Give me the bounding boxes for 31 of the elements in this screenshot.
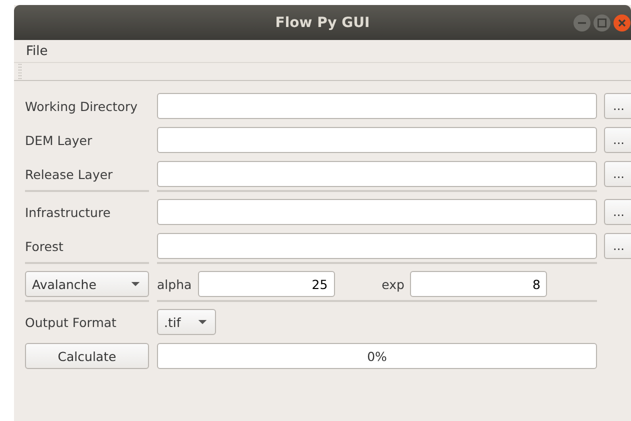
input-field[interactable] <box>157 93 597 119</box>
caret-icon <box>198 320 207 324</box>
maximize-icon[interactable] <box>593 14 611 32</box>
input-field[interactable] <box>157 233 597 259</box>
browse-button[interactable]: ... <box>604 93 631 119</box>
exp-input[interactable]: 8 <box>410 271 548 297</box>
field-label: Forest <box>25 238 64 254</box>
output-format-label: Output Format <box>25 314 118 330</box>
field-label: Infrastructure <box>25 204 112 220</box>
browse-button[interactable]: ... <box>604 127 631 153</box>
input-field[interactable] <box>157 127 597 153</box>
process-dropdown[interactable]: Avalanche <box>25 271 149 297</box>
alpha-label: alpha <box>157 276 192 292</box>
window-title: Flow Py GUI <box>275 14 370 30</box>
field-label: DEM Layer <box>25 132 94 148</box>
caret-icon <box>131 282 140 286</box>
minimize-icon[interactable] <box>573 14 591 32</box>
browse-button[interactable]: ... <box>604 199 631 225</box>
input-field[interactable] <box>157 199 597 225</box>
browse-button[interactable]: ... <box>604 233 631 259</box>
input-field[interactable] <box>157 161 597 187</box>
browse-button[interactable]: ... <box>604 161 631 187</box>
close-icon[interactable] <box>613 14 631 32</box>
progress-text: 0% <box>367 348 387 364</box>
exp-label: exp <box>382 276 404 292</box>
format-dropdown[interactable]: .tif <box>157 309 216 335</box>
field-label: Release Layer <box>25 166 114 182</box>
calculate-button[interactable]: Calculate <box>25 343 149 369</box>
menu-item[interactable]: File <box>26 44 48 58</box>
alpha-input[interactable]: 25 <box>198 271 335 297</box>
field-label: Working Directory <box>25 98 139 114</box>
